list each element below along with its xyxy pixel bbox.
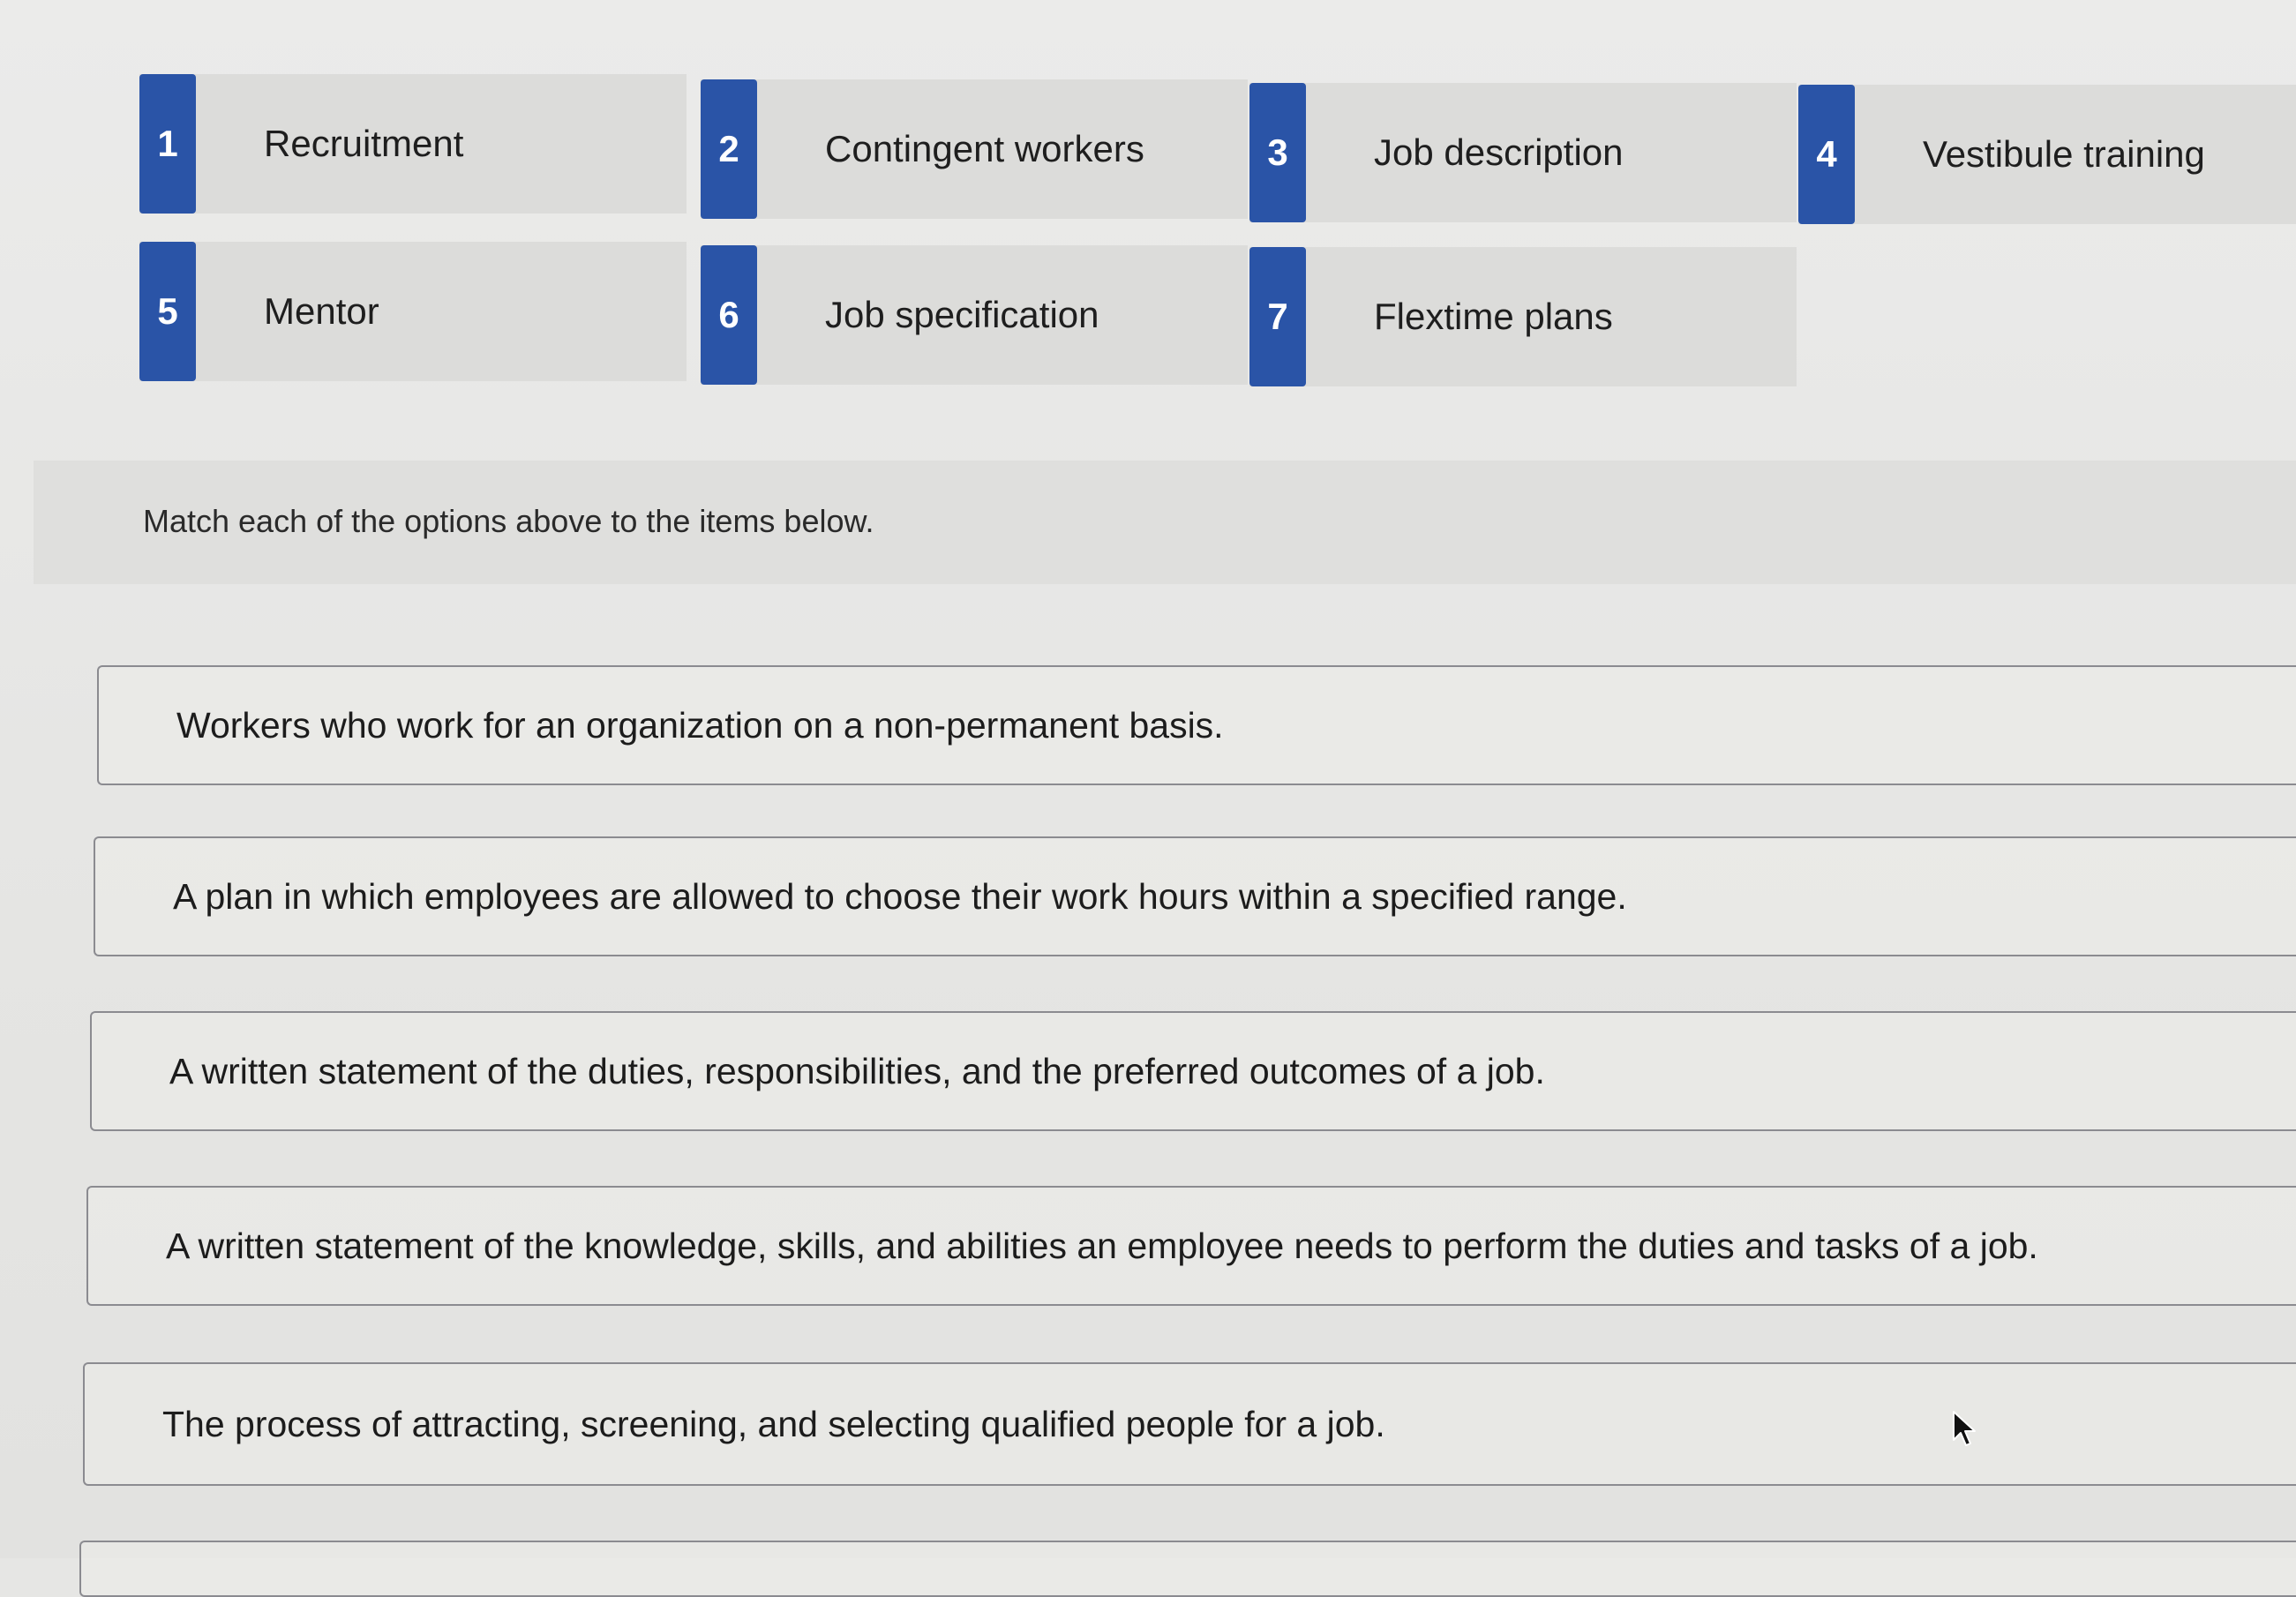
instruction-band: Match each of the options above to the i… [34,461,2296,584]
match-item-text: Workers who work for an organization on … [176,704,1224,746]
match-item-text: The process of attracting, screening, an… [162,1403,1385,1444]
match-target-row[interactable]: A written statement of the duties, respo… [90,1011,2296,1131]
option-vestibule-training[interactable]: 4 Vestibule training [1798,85,2296,224]
option-label: Job description [1374,131,1624,173]
option-number-badge: 2 [701,79,757,219]
option-job-specification[interactable]: 6 Job specification [701,245,1248,385]
match-target-row[interactable]: Workers who work for an organization on … [97,665,2296,785]
option-contingent-workers[interactable]: 2 Contingent workers [701,79,1248,219]
option-label: Job specification [825,294,1099,335]
option-label: Vestibule training [1923,133,2205,175]
option-number-badge: 5 [139,242,196,381]
option-recruitment[interactable]: 1 Recruitment [139,74,687,214]
option-label: Mentor [264,290,379,332]
match-target-row-partial[interactable] [79,1541,2296,1597]
option-mentor[interactable]: 5 Mentor [139,242,687,381]
option-job-description[interactable]: 3 Job description [1249,83,1797,222]
option-number-badge: 6 [701,245,757,385]
instruction-text: Match each of the options above to the i… [143,503,874,539]
match-target-row[interactable]: A written statement of the knowledge, sk… [86,1186,2296,1306]
option-flextime-plans[interactable]: 7 Flextime plans [1249,247,1797,386]
option-number-badge: 4 [1798,85,1855,224]
match-target-row[interactable]: A plan in which employees are allowed to… [94,836,2296,956]
mouse-pointer-icon [1953,1411,1976,1446]
option-number-badge: 3 [1249,83,1306,222]
option-label: Contingent workers [825,128,1144,169]
match-item-text: A plan in which employees are allowed to… [173,875,1627,917]
option-label: Flextime plans [1374,296,1613,337]
options-pool: 1 Recruitment 2 Contingent workers 3 Job… [139,74,2296,392]
option-number-badge: 7 [1249,247,1306,386]
option-label: Recruitment [264,123,464,164]
option-number-badge: 1 [139,74,196,214]
match-item-text: A written statement of the duties, respo… [169,1050,1545,1091]
matching-question-page: 1 Recruitment 2 Contingent workers 3 Job… [0,0,2296,1597]
match-item-text: A written statement of the knowledge, sk… [166,1225,2038,1266]
